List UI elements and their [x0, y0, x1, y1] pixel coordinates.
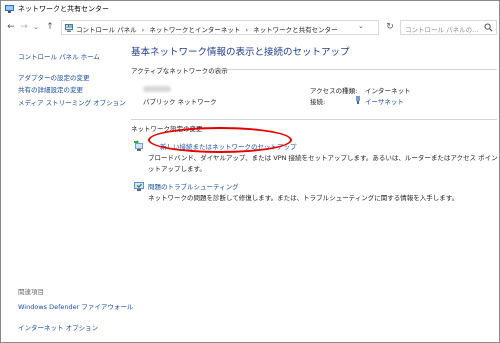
sidebar-item-advanced-sharing-settings[interactable]: 共有の詳細設定の変更 — [18, 84, 83, 94]
breadcrumb-separator: › — [245, 26, 249, 34]
section-divider — [213, 69, 497, 70]
related-item-internet-options[interactable]: インターネット オプション — [18, 322, 98, 332]
breadcrumb-network-internet[interactable]: ネットワークとインターネット — [149, 26, 240, 34]
sidebar: コントロール パネル ホーム アダプターの設定の変更 共有の詳細設定の変更 メデ… — [1, 39, 133, 342]
breadcrumb-network-sharing-center[interactable]: ネットワークと共有センター — [253, 26, 338, 34]
troubleshoot-problems-description: ネットワークの問題を診断して修復します。または、トラブルシューティングに関する情… — [148, 194, 459, 202]
breadcrumb-separator: › — [141, 26, 145, 34]
troubleshoot-icon — [134, 182, 144, 191]
access-type-label: アクセスの種類: — [310, 87, 358, 95]
address-row: ← → ⌄ ↑ コントロール パネル › ネットワークとインターネット › ネッ… — [1, 19, 499, 37]
breadcrumb: コントロール パネル › ネットワークとインターネット › ネットワークと共有セ… — [76, 24, 341, 34]
setup-new-connection-description-continued: ットアップします。 — [148, 165, 206, 173]
setup-new-connection-description: ブロードバンド、ダイヤルアップ、または VPN 接続をセットアップします。あるい… — [148, 154, 500, 162]
network-center-icon — [5, 5, 14, 13]
up-arrow-icon[interactable]: ↑ — [44, 21, 56, 33]
network-name-blurred — [143, 86, 171, 92]
search-placeholder: コントロール パネルの... — [405, 26, 479, 34]
refresh-icon[interactable]: ↻ — [384, 21, 396, 33]
address-dropdown-icon[interactable]: ⌄ — [358, 22, 366, 30]
control-panel-icon — [65, 24, 73, 32]
connections-label: 接続: — [310, 98, 326, 106]
address-bar[interactable]: コントロール パネル › ネットワークとインターネット › ネットワークと共有セ… — [61, 20, 379, 35]
network-category: パブリック ネットワーク — [143, 98, 217, 106]
window-title: ネットワークと共有センター — [18, 5, 109, 13]
search-icon[interactable] — [484, 23, 493, 32]
section-divider — [131, 119, 497, 120]
window: ネットワークと共有センター ← → ⌄ ↑ コントロール パネル › ネットワー… — [0, 0, 500, 343]
sidebar-item-control-panel-home[interactable]: コントロール パネル ホーム — [18, 51, 100, 61]
search-input[interactable]: コントロール パネルの... — [400, 20, 497, 35]
ethernet-connection-link[interactable]: イーサネット — [365, 96, 404, 106]
access-type-value: インターネット — [365, 87, 411, 95]
related-section-title: 関連項目 — [18, 288, 44, 296]
related-item-windows-defender-firewall[interactable]: Windows Defender ファイアウォール — [18, 301, 133, 311]
active-networks-title: アクティブなネットワークの表示 — [131, 67, 228, 75]
new-connection-icon — [134, 140, 143, 151]
sidebar-item-change-adapter-settings[interactable]: アダプターの設定の変更 — [18, 72, 90, 82]
title-bar: ネットワークと共有センター — [1, 1, 499, 17]
forward-arrow-icon[interactable]: → — [18, 21, 30, 33]
breadcrumb-control-panel[interactable]: コントロール パネル — [76, 26, 137, 34]
back-arrow-icon[interactable]: ← — [5, 21, 17, 33]
page-title: 基本ネットワーク情報の表示と接続のセットアップ — [131, 47, 350, 58]
troubleshoot-problems-link[interactable]: 問題のトラブルシューティング — [148, 181, 239, 191]
highlight-annotation-ellipse — [148, 127, 292, 153]
sidebar-item-media-streaming-options[interactable]: メディア ストリーミング オプション — [18, 97, 126, 107]
recent-locations-chevron-icon[interactable]: ⌄ — [30, 21, 42, 33]
main-content: 基本ネットワーク情報の表示と接続のセットアップ アクティブなネットワークの表示 … — [129, 39, 499, 342]
ethernet-icon — [356, 96, 360, 104]
